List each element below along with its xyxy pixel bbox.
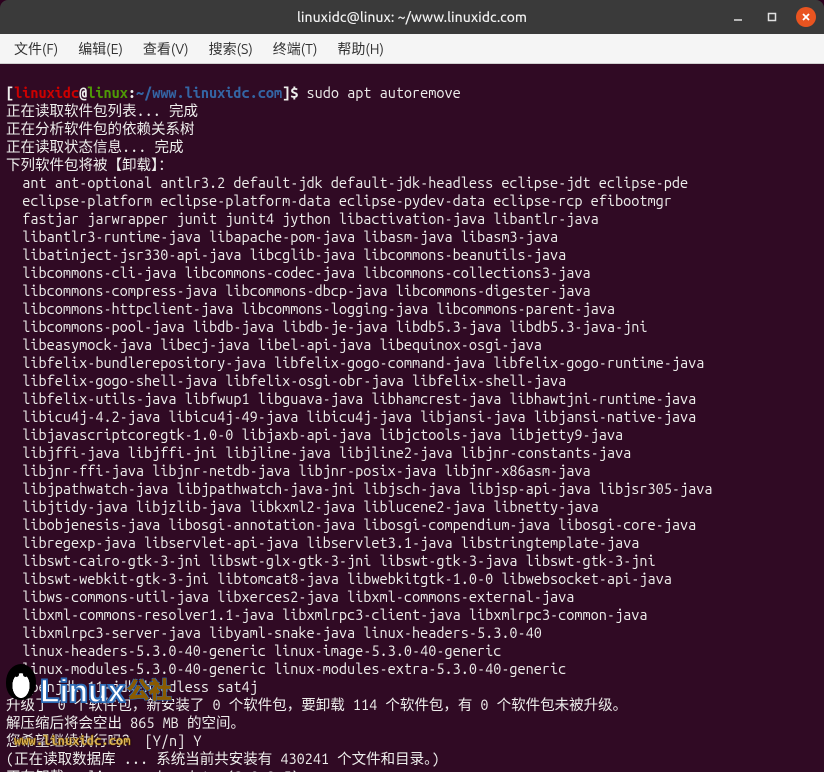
output-line: libcommons-compress-java libcommons-dbcp… [6,282,591,299]
output-line: libxml-commons-resolver1.1-java libxmlrp… [6,606,647,623]
output-line: libxmlrpc3-server-java libyaml-snake-jav… [6,624,542,641]
output-line: 正在读取软件包列表... 完成 [6,102,198,119]
output-line: libatinject-jsr330-api-java libcglib-jav… [6,246,566,263]
prompt-host: linux [87,84,128,101]
output-line: libfelix-bundlerepository-java libfelix-… [6,354,704,371]
window-titlebar: linuxidc@linux: ~/www.linuxidc.com [0,0,824,34]
output-line: libjpathwatch-java libjpathwatch-java-jn… [6,480,712,497]
menu-file[interactable]: 文件(F) [4,35,68,63]
output-line: libantlr3-runtime-java libapache-pom-jav… [6,228,558,245]
output-line: libcommons-httpclient-java libcommons-lo… [6,300,615,317]
output-line: eclipse-platform eclipse-platform-data e… [6,192,672,209]
terminal-output[interactable]: [linuxidc@linux:~/www.linuxidc.com]$ sud… [0,64,824,772]
menu-search[interactable]: 搜索(S) [199,35,263,63]
output-line: (正在读取数据库 ... 系统当前共安装有 430241 个文件和目录。) [6,750,440,767]
output-line: libjavascriptcoregtk-1.0-0 libjaxb-api-j… [6,426,623,443]
output-line: libcommons-cli-java libcommons-codec-jav… [6,264,591,281]
output-line: libjnr-ffi-java libjnr-netdb-java libjnr… [6,462,591,479]
output-line: 升级了 0 个软件包，新安装了 0 个软件包，要卸载 114 个软件包，有 0 … [6,696,627,713]
prompt-colon: : [128,84,136,101]
output-line: 您希望继续执行吗？ [Y/n] Y [6,732,201,749]
output-line: libws-commons-util-java libxerces2-java … [6,588,574,605]
menu-help[interactable]: 帮助(H) [327,35,394,63]
output-line: libjtidy-java libjzlib-java libkxml2-jav… [6,498,599,515]
output-line: libfelix-gogo-shell-java libfelix-osgi-o… [6,372,566,389]
output-line: libswt-webkit-gtk-3-jni libtomcat8-java … [6,570,672,587]
window-title: linuxidc@linux: ~/www.linuxidc.com [297,9,527,25]
output-line: libfelix-utils-java libfwup1 libguava-ja… [6,390,696,407]
output-line: libicu4j-4.2-java libicu4j-49-java libic… [6,408,696,425]
output-line: libcommons-pool-java libdb-java libdb-je… [6,318,647,335]
minimize-button[interactable] [728,7,748,27]
output-line: linux-modules-5.3.0-40-generic linux-mod… [6,660,566,677]
menu-terminal[interactable]: 终端(T) [263,35,328,63]
prompt-path: ~/www.linuxidc.com [136,84,282,101]
output-line: libeasymock-java libecj-java libel-api-j… [6,336,542,353]
menu-bar: 文件(F) 编辑(E) 查看(V) 搜索(S) 终端(T) 帮助(H) [0,34,824,64]
output-line: libjffi-java libjffi-jni libjline-java l… [6,444,631,461]
output-line: linux-headers-5.3.0-40-generic linux-ima… [6,642,501,659]
output-line: fastjar jarwrapper junit junit4 jython l… [6,210,599,227]
menu-edit[interactable]: 编辑(E) [68,35,133,63]
output-line: libswt-cairo-gtk-3-jni libswt-glx-gtk-3-… [6,552,656,569]
menu-view[interactable]: 查看(V) [133,35,199,63]
output-line: ant ant-optional antlr3.2 default-jdk de… [6,174,688,191]
output-line: openjdk-11-jdk-headless sat4j [6,678,258,695]
close-button[interactable] [796,7,816,27]
output-line: libobjenesis-java libosgi-annotation-jav… [6,516,696,533]
prompt-open-bracket: [ [6,84,14,101]
output-line: 正在读取状态信息... 完成 [6,138,240,155]
output-line: 正在分析软件包的依赖关系树 [6,120,251,137]
output-line: libregexp-java libservlet-api-java libse… [6,534,639,551]
output-line: 正在卸载 eclipse-pydev-data (3.9.2-5) ... [6,768,332,772]
maximize-button[interactable] [762,7,782,27]
prompt-at: @ [79,84,87,101]
entered-command: sudo apt autoremove [298,84,460,101]
output-line: 下列软件包将被【卸载】： [6,156,173,173]
window-controls [728,0,816,34]
output-line: 解压缩后将会空出 865 MB 的空间。 [6,714,245,731]
prompt-user: linuxidc [14,84,79,101]
